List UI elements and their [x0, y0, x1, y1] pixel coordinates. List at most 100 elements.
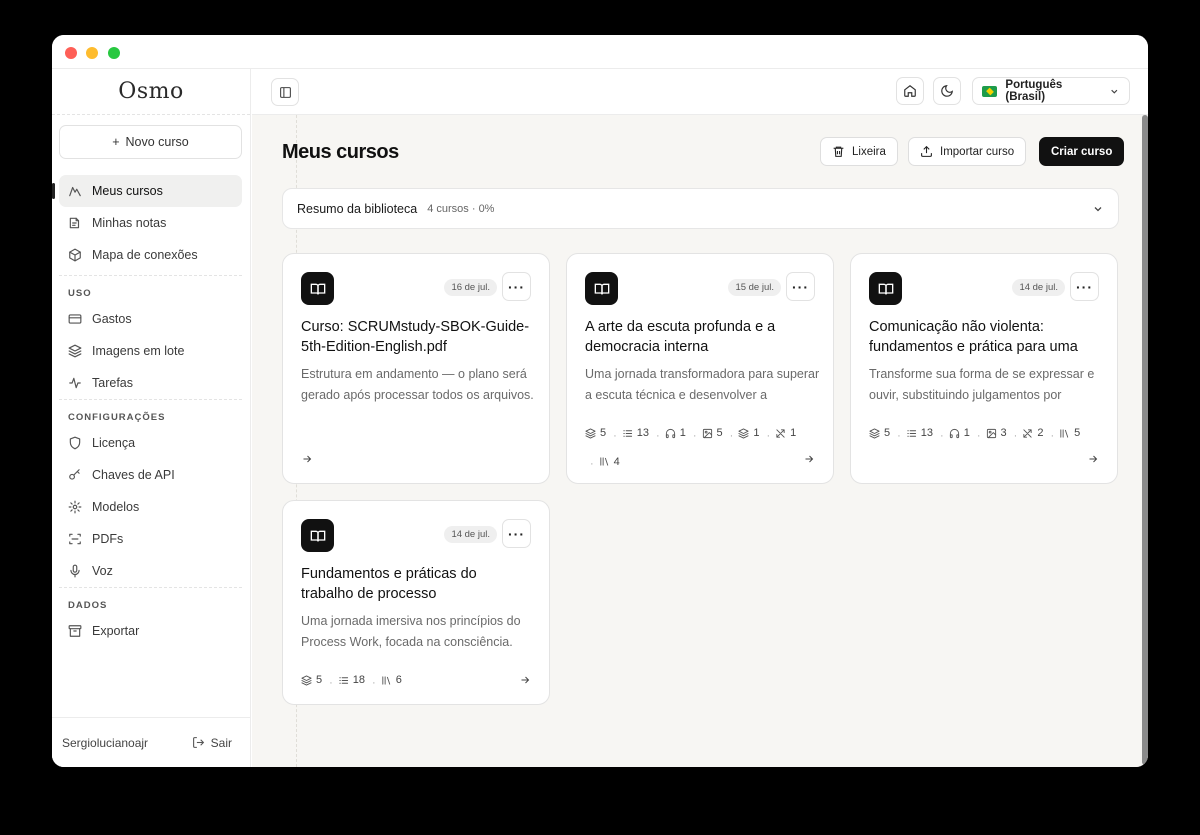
sidebar-toggle-button[interactable] [271, 78, 299, 106]
logout-button[interactable]: Sair [192, 736, 232, 750]
sidebar-section-title: CONFIGURAÇÕES [59, 399, 242, 427]
layers-icon [869, 427, 880, 439]
sidebar-item-voz[interactable]: Voz [59, 555, 242, 587]
scrollbar-thumb[interactable] [1142, 115, 1148, 765]
chevron-down-icon [1092, 203, 1104, 215]
username: Sergiolucianoajr [62, 735, 149, 750]
course-card[interactable]: 16 de jul. ··· Curso: SCRUMstudy-SBOK-Guid… [282, 253, 550, 484]
list-icon [906, 428, 917, 439]
course-title: A arte da escuta profunda e a democracia… [585, 319, 776, 355]
book-icon [301, 272, 334, 305]
import-course-button[interactable]: Importar curso [908, 137, 1027, 166]
arrow-right-icon [519, 674, 531, 686]
sidebar-item-label: Minhas notas [92, 216, 167, 230]
course-card[interactable]: 14 de jul. ··· Comunicação não violenta: f… [850, 253, 1118, 484]
open-course-button[interactable] [301, 453, 313, 465]
sidebar-item-label: Exportar [92, 624, 140, 638]
sidebar-footer: Sergiolucianoajr Sair [52, 717, 250, 767]
course-date: 15 de jul. [728, 279, 781, 296]
open-course-button[interactable] [803, 453, 815, 465]
book-icon [869, 272, 902, 305]
new-course-label: Novo curso [125, 135, 189, 149]
create-course-button[interactable]: Criar curso [1039, 137, 1125, 166]
sidebar-item-label: Voz [92, 564, 113, 578]
key-icon [68, 468, 82, 482]
sidebar-item-label: Licença [92, 436, 136, 450]
sidebar-item-imagens-em-lote[interactable]: Imagens em lote [59, 335, 242, 367]
course-stat: 18 [338, 667, 365, 693]
sidebar-item-meus-cursos[interactable]: Meus cursos [52, 175, 242, 207]
course-description: Transforme sua forma de se expressar e o… [869, 367, 1095, 402]
activity-icon [68, 376, 82, 390]
arrow-right-icon [301, 453, 313, 465]
separator: · [590, 458, 594, 470]
more-icon: ··· [792, 278, 809, 295]
sidebar-item-minhas-notas[interactable]: Minhas notas [59, 207, 242, 239]
minimize-window-button[interactable] [86, 47, 98, 59]
course-stat: 13 [622, 420, 649, 446]
course-description: Estrutura em andamento — o plano será ge… [301, 367, 534, 402]
notes-icon [68, 216, 82, 230]
sidebar-item-modelos[interactable]: Modelos [59, 491, 242, 523]
arrow-right-icon [803, 453, 815, 465]
course-stat: 1 [949, 420, 970, 446]
course-stat: 2 [1022, 420, 1043, 446]
theme-toggle-button[interactable] [933, 77, 961, 105]
sidebar-item-label: Gastos [92, 312, 132, 326]
trash-label: Lixeira [852, 145, 886, 158]
course-stat: 1 [775, 420, 796, 446]
open-course-button[interactable] [519, 674, 531, 686]
open-course-button[interactable] [1087, 453, 1099, 465]
course-stat: 6 [381, 667, 402, 693]
sidebar-item-tarefas[interactable]: Tarefas [59, 367, 242, 399]
new-course-button[interactable]: + Novo curso [59, 125, 242, 159]
main-content: Meus cursos Lixeira Importar curso Criar… [252, 115, 1142, 767]
more-options-button[interactable]: ··· [1070, 272, 1099, 301]
sidebar-item-gastos[interactable]: Gastos [59, 303, 242, 335]
separator: · [656, 429, 660, 442]
course-title: Comunicação não violenta: fundamentos e … [869, 319, 1078, 355]
course-card[interactable]: 14 de jul. ··· Fundamentos e práticas do t… [282, 500, 550, 705]
import-label: Importar curso [940, 145, 1015, 158]
course-stat: 13 [906, 420, 933, 446]
separator: · [1013, 429, 1018, 442]
upload-icon [921, 145, 932, 157]
zoom-window-button[interactable] [108, 47, 120, 59]
course-card[interactable]: 15 de jul. ··· A arte da escuta profunda e… [566, 253, 834, 484]
moon-icon [941, 85, 953, 97]
course-stat: 5 [1059, 420, 1080, 446]
arrow-right-icon [1087, 453, 1099, 465]
scan-icon [68, 532, 82, 546]
course-stat: 5 [301, 667, 322, 693]
summary-label: Resumo da biblioteca [297, 201, 418, 216]
title-bar [52, 35, 1148, 69]
separator: · [729, 429, 734, 442]
more-options-button[interactable]: ··· [502, 272, 531, 301]
app-logo[interactable]: Osmo [52, 69, 250, 115]
home-button[interactable] [896, 77, 924, 105]
sidebar-item-licenca[interactable]: Licença [59, 427, 242, 459]
sidebar-item-label: Tarefas [92, 376, 133, 390]
shield-icon [68, 436, 82, 450]
card-icon [68, 312, 82, 326]
library-icon [1059, 428, 1070, 439]
trash-button[interactable]: Lixeira [820, 137, 898, 166]
separator: · [692, 429, 697, 442]
separator: · [766, 429, 771, 442]
sidebar-item-pdfs[interactable]: PDFs [59, 523, 242, 555]
plus-icon: + [112, 135, 120, 149]
close-window-button[interactable] [65, 47, 77, 59]
image-icon [702, 428, 713, 439]
separator: · [940, 429, 944, 442]
logout-icon [192, 737, 204, 748]
course-stat: 1 [665, 420, 686, 446]
sidebar-item-exportar[interactable]: Exportar [59, 615, 242, 647]
more-options-button[interactable]: ··· [502, 519, 531, 548]
library-summary[interactable]: Resumo da biblioteca 4 cursos · 0% [282, 188, 1119, 229]
language-select[interactable]: Português (Brasil) [972, 77, 1130, 105]
sidebar-item-mapa-de-conexoes[interactable]: Mapa de conexões [59, 239, 242, 271]
top-bar: Português (Brasil) [252, 69, 1148, 115]
more-options-button[interactable]: ··· [786, 272, 815, 301]
sidebar-item-label: Meus cursos [92, 184, 163, 198]
sidebar-item-chaves-de-api[interactable]: Chaves de API [59, 459, 242, 491]
